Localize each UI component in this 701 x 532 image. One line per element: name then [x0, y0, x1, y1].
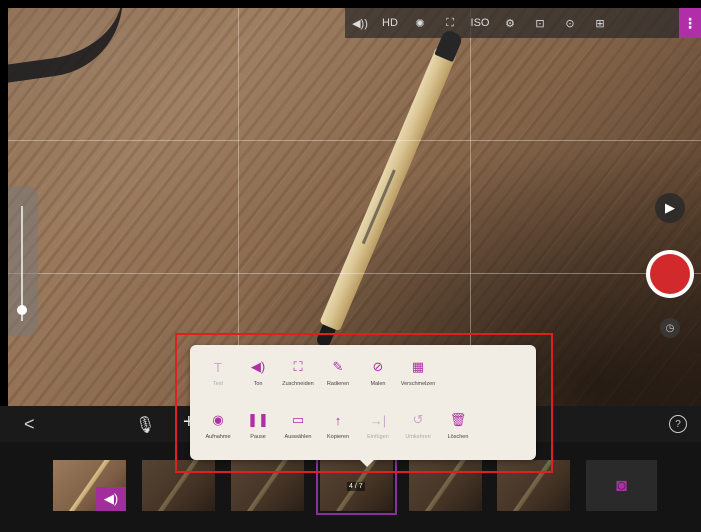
- play-icon: ▶: [665, 200, 675, 215]
- frame-thumbnail[interactable]: ◀): [53, 460, 126, 511]
- grid-line: [8, 140, 701, 141]
- cable: [8, 8, 133, 87]
- zoom-handle[interactable]: [17, 304, 27, 315]
- camera-switch-icon[interactable]: ⊙: [555, 8, 585, 38]
- zoom-slider[interactable]: [8, 186, 38, 336]
- speed-button[interactable]: ◷: [660, 318, 680, 338]
- flip-camera-icon[interactable]: ⊡: [525, 8, 555, 38]
- grid-line: [8, 273, 701, 274]
- camera-glyph: ◙: [616, 475, 627, 495]
- pencil-subject: [311, 28, 464, 350]
- sound-badge-icon[interactable]: ◀): [96, 487, 126, 511]
- highlight-box: [175, 333, 553, 473]
- grid-icon[interactable]: ⊞: [585, 8, 615, 38]
- microphone-icon[interactable]: 🎙: [135, 415, 155, 435]
- settings-icon[interactable]: ⚙: [495, 8, 525, 38]
- record-dot: [650, 254, 690, 294]
- help-icon[interactable]: ?: [669, 415, 687, 433]
- top-toolbar: ◀)) HD ✺ ⛶ ISO ⚙ ⊡ ⊙ ⊞ ⋮: [345, 8, 701, 38]
- iso-icon[interactable]: ISO: [465, 8, 495, 38]
- more-menu-icon[interactable]: ⋮: [679, 8, 701, 38]
- sound-icon[interactable]: ◀)): [345, 8, 375, 38]
- camera-icon[interactable]: ◙: [586, 460, 657, 511]
- exposure-icon[interactable]: ✺: [405, 8, 435, 38]
- zoom-track: [21, 206, 23, 321]
- back-icon[interactable]: <: [24, 414, 35, 435]
- speed-icon: ◷: [665, 322, 675, 334]
- focus-icon[interactable]: ⛶: [435, 8, 465, 38]
- record-button[interactable]: [646, 250, 694, 298]
- play-button[interactable]: ▶: [655, 193, 685, 223]
- frame-counter: 4 / 7: [347, 482, 365, 491]
- hd-icon[interactable]: HD: [375, 8, 405, 38]
